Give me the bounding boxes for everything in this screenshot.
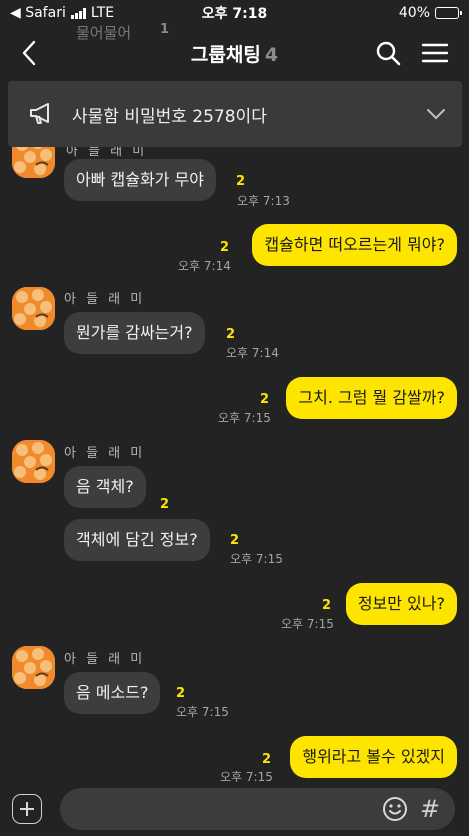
- unread-count: 2: [262, 752, 272, 767]
- message-time: 오후 7:15: [176, 705, 229, 719]
- avatar[interactable]: [12, 287, 55, 330]
- megaphone-icon: [30, 103, 49, 124]
- outgoing-message-bubble[interactable]: 캡슐하면 떠오르는게 뭐야?: [252, 224, 457, 266]
- unread-count: 2: [230, 533, 240, 548]
- back-to-safari-link[interactable]: ◀ Safari: [10, 5, 66, 21]
- chevron-down-icon[interactable]: [426, 108, 446, 120]
- unread-count: 2: [160, 497, 170, 512]
- message-time: 오후 7:15: [230, 552, 283, 566]
- message-time: 오후 7:15: [220, 770, 273, 782]
- avatar[interactable]: [12, 646, 55, 689]
- incoming-message-bubble[interactable]: 뭔가를 감싸는거?: [64, 312, 205, 354]
- incoming-message-bubble[interactable]: 음 객체?: [64, 466, 146, 508]
- status-bar: ◀ Safari LTE 오후 7:18 40%: [0, 0, 469, 26]
- unread-count: 2: [260, 392, 270, 407]
- notice-banner[interactable]: 사물함 비밀번호 2578이다: [8, 81, 462, 147]
- page-title: 그룹채팅 4: [191, 40, 278, 67]
- message-input[interactable]: [74, 796, 344, 822]
- battery-percent: 40%: [398, 5, 430, 21]
- message-time: 오후 7:14: [178, 259, 231, 273]
- message-time: 오후 7:13: [237, 194, 290, 208]
- sender-name: 아 들 래 미: [64, 652, 146, 667]
- chat-header: 그룹채팅 4: [0, 26, 469, 80]
- unread-count: 2: [220, 240, 230, 255]
- network-type: LTE: [90, 5, 115, 21]
- chevron-left-icon: [22, 40, 36, 66]
- message-input-field[interactable]: #: [60, 788, 455, 830]
- chat-title: 그룹채팅: [190, 43, 261, 66]
- back-button[interactable]: [14, 38, 44, 68]
- outgoing-message-bubble[interactable]: 그치. 그럼 뭘 감쌀까?: [286, 377, 457, 419]
- sender-name: 아 들 래 미: [64, 292, 146, 307]
- incoming-message-bubble[interactable]: 아빠 캡슐화가 무야: [64, 159, 216, 201]
- search-icon: [376, 41, 401, 66]
- plus-icon: [20, 802, 34, 816]
- sender-name: 아 들 래 미: [64, 446, 146, 461]
- menu-button[interactable]: [419, 38, 451, 68]
- message-time: 오후 7:14: [226, 346, 279, 360]
- message-time: 오후 7:15: [218, 411, 271, 425]
- battery-icon: [435, 7, 462, 19]
- signal-icon: [70, 7, 86, 19]
- unread-count: 2: [322, 598, 332, 613]
- unread-count: 2: [226, 327, 236, 342]
- incoming-message-bubble[interactable]: 음 메소드?: [64, 672, 161, 714]
- hamburger-menu-icon: [421, 43, 449, 63]
- attach-button[interactable]: [12, 794, 42, 824]
- unread-count: 2: [176, 686, 186, 701]
- member-count: 4: [264, 43, 279, 66]
- notice-text: 사물함 비밀번호 2578이다: [72, 106, 267, 127]
- search-button[interactable]: [373, 38, 403, 68]
- unread-count: 2: [236, 174, 246, 189]
- message-time: 오후 7:15: [281, 617, 334, 631]
- avatar[interactable]: [12, 440, 55, 483]
- emoji-button[interactable]: [381, 795, 409, 823]
- outgoing-message-bubble[interactable]: 정보만 있나?: [345, 583, 457, 625]
- input-bar: #: [0, 782, 469, 836]
- outgoing-message-bubble[interactable]: 행위라고 볼수 있겠지: [290, 736, 457, 778]
- hashtag-button[interactable]: #: [417, 794, 443, 824]
- emoji-icon: [383, 797, 407, 821]
- incoming-message-bubble[interactable]: 객체에 담긴 정보?: [64, 519, 210, 561]
